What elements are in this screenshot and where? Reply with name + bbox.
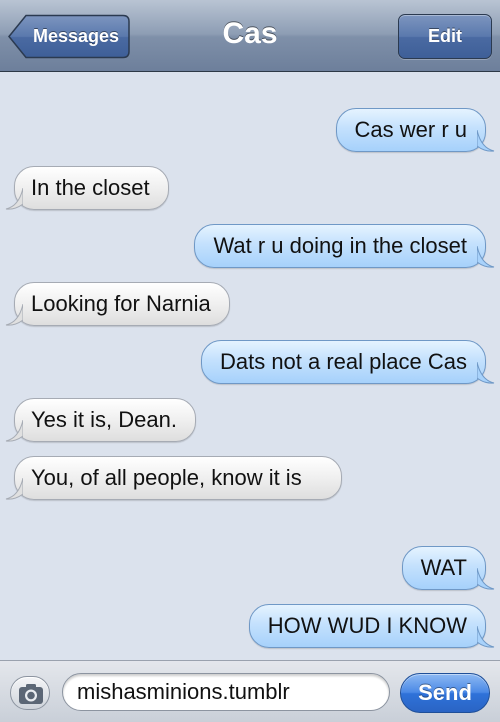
message-text: In the closet	[14, 166, 169, 210]
messages-screen: Messages Cas Edit Cas wer r u In the clo…	[0, 0, 500, 722]
bubble-tail	[5, 478, 23, 500]
message-bubble-outgoing[interactable]: HOW WUD I KNOW	[248, 604, 495, 648]
back-button-label: Messages	[32, 26, 120, 46]
message-bubble-incoming[interactable]: You, of all people, know it is	[5, 456, 342, 500]
message-text: HOW WUD I KNOW	[248, 604, 486, 648]
bubble-tail	[477, 362, 495, 384]
bubble-tail	[477, 130, 495, 152]
bubble-tail	[5, 420, 23, 442]
camera-icon	[19, 684, 43, 704]
conversation-list: Cas wer r u In the closet Wat r u doing …	[0, 72, 500, 660]
back-button[interactable]: Messages	[8, 14, 130, 59]
message-text: Yes it is, Dean.	[14, 398, 196, 442]
message-text: You, of all people, know it is	[14, 456, 342, 500]
message-bubble-incoming[interactable]: In the closet	[5, 166, 169, 210]
message-bubble-outgoing[interactable]: Cas wer r u	[335, 108, 495, 152]
conversation-title: Cas	[222, 17, 278, 50]
bubble-tail	[477, 626, 495, 648]
message-text: Dats not a real place Cas	[200, 340, 486, 384]
message-bubble-outgoing[interactable]: Dats not a real place Cas	[200, 340, 495, 384]
message-input-bar: mishasminions.tumblr Send	[0, 660, 500, 722]
bubble-tail	[5, 304, 23, 326]
bubble-tail	[477, 246, 495, 268]
camera-button[interactable]	[10, 676, 50, 710]
send-button[interactable]: Send	[400, 673, 490, 713]
message-bubble-outgoing[interactable]: Wat r u doing in the closet	[194, 224, 495, 268]
nav-bar: Messages Cas Edit	[0, 0, 500, 72]
message-bubble-outgoing[interactable]: WAT	[401, 546, 495, 590]
message-text-field[interactable]: mishasminions.tumblr	[62, 673, 390, 711]
edit-button[interactable]: Edit	[398, 14, 492, 59]
message-text: Cas wer r u	[335, 108, 486, 152]
message-bubble-incoming[interactable]: Looking for Narnia	[5, 282, 230, 326]
bubble-tail	[477, 568, 495, 590]
bubble-tail	[5, 188, 23, 210]
message-bubble-incoming[interactable]: Yes it is, Dean.	[5, 398, 196, 442]
message-text: WAT	[401, 546, 486, 590]
message-text: Looking for Narnia	[14, 282, 230, 326]
message-text: Wat r u doing in the closet	[194, 224, 486, 268]
